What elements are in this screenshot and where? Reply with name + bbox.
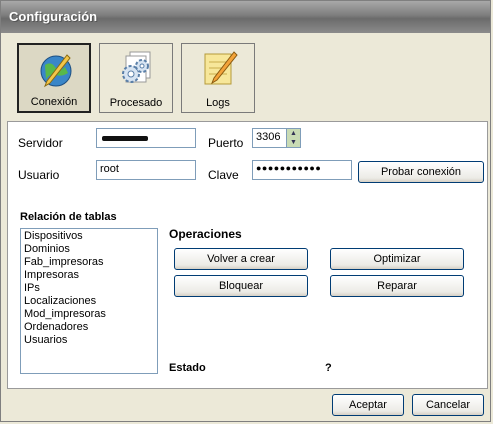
port-label: Puerto <box>208 136 244 150</box>
server-input[interactable] <box>96 128 196 148</box>
status-label: Estado <box>169 362 206 374</box>
connection-panel: Servidor Puerto 3306 ▲ ▼ Usuario root Cl… <box>7 121 488 389</box>
list-item[interactable]: IPs <box>24 282 154 295</box>
accept-button[interactable]: Aceptar <box>332 394 404 416</box>
stepper-down-icon[interactable]: ▼ <box>287 138 300 147</box>
list-item[interactable]: Dominios <box>24 243 154 256</box>
list-item[interactable]: Mod_impresoras <box>24 308 154 321</box>
tab-conexion[interactable]: Conexión <box>17 43 91 113</box>
list-item[interactable]: Ordenadores <box>24 321 154 334</box>
user-label: Usuario <box>18 168 60 182</box>
gears-icon <box>122 51 151 83</box>
redacted-mark <box>102 136 148 141</box>
title-bar: Configuración <box>1 1 490 33</box>
tab-procesado[interactable]: Procesado <box>99 43 173 113</box>
repair-button[interactable]: Reparar <box>330 275 464 297</box>
tables-list[interactable]: Dispositivos Dominios Fab_impresoras Imp… <box>20 228 158 374</box>
user-input[interactable]: root <box>96 160 196 180</box>
tab-logs-label: Logs <box>206 97 230 109</box>
list-item[interactable]: Fab_impresoras <box>24 256 154 269</box>
tab-procesado-label: Procesado <box>109 97 163 109</box>
lock-button[interactable]: Bloquear <box>174 275 308 297</box>
window-title: Configuración <box>9 9 98 24</box>
tables-heading: Relación de tablas <box>20 211 117 223</box>
tab-logs[interactable]: Logs <box>181 43 255 113</box>
globe-pencil-icon <box>40 54 72 88</box>
list-item[interactable]: Usuarios <box>24 334 154 347</box>
stepper-up-icon[interactable]: ▲ <box>287 129 300 138</box>
password-input[interactable]: ●●●●●●●●●●● <box>252 160 352 180</box>
tab-conexion-label: Conexión <box>30 96 78 108</box>
optimize-button[interactable]: Optimizar <box>330 248 464 270</box>
recreate-button[interactable]: Volver a crear <box>174 248 308 270</box>
port-stepper[interactable]: ▲ ▼ <box>286 128 301 148</box>
server-label: Servidor <box>18 136 63 150</box>
operations-heading: Operaciones <box>169 227 242 241</box>
list-item[interactable]: Dispositivos <box>24 230 154 243</box>
configuration-window: Configuración Conexión Procesado Logs Se… <box>0 0 491 422</box>
status-value: ? <box>325 362 332 374</box>
test-connection-button[interactable]: Probar conexión <box>358 161 484 183</box>
cancel-button[interactable]: Cancelar <box>412 394 484 416</box>
port-input[interactable]: 3306 <box>252 128 288 148</box>
password-label: Clave <box>208 168 239 182</box>
notepad-pencil-icon <box>204 51 238 85</box>
list-item[interactable]: Impresoras <box>24 269 154 282</box>
list-item[interactable]: Localizaciones <box>24 295 154 308</box>
